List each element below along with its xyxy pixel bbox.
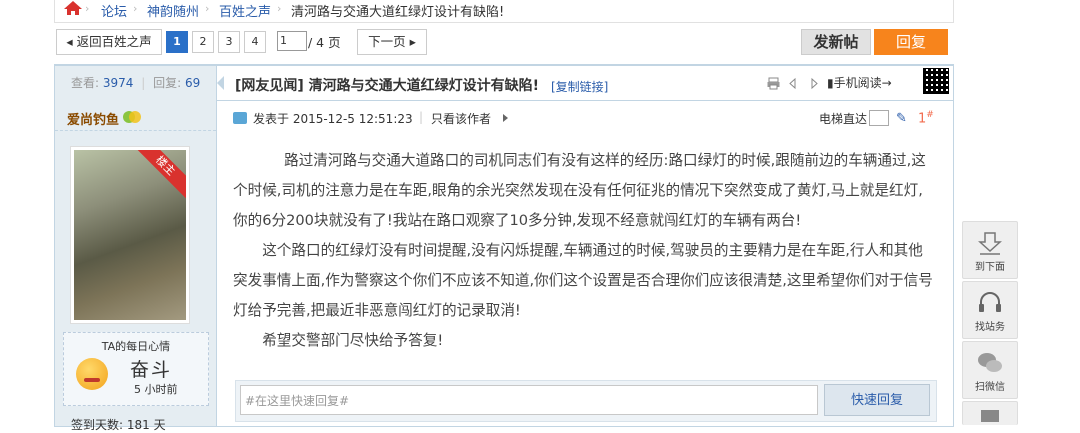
- online-status-icon: [121, 108, 143, 126]
- views-label: 查看:: [71, 76, 100, 90]
- floor-sup: #: [926, 110, 934, 120]
- next-page-button[interactable]: 下一页 ▸: [357, 29, 427, 55]
- arrow-down-icon: [977, 230, 1003, 256]
- breadcrumb-current: 清河路与交通大道红绿灯设计有缺陷!: [291, 5, 505, 20]
- wechat-scan-label: 扫微信: [975, 382, 1005, 393]
- back-label: 返回百姓之声: [76, 34, 152, 49]
- mood-title: TA的每日心情: [101, 340, 171, 353]
- grid-icon: [977, 408, 1003, 422]
- print-icon[interactable]: [767, 77, 780, 90]
- post-meta: 发表于 2015-12-5 12:51:23 | 只看该作者 电梯直达 ✎ 1#: [233, 110, 934, 128]
- quick-reply-input[interactable]: #在这里快速回复#: [240, 385, 818, 415]
- avatar-photo: 楼主: [74, 150, 186, 320]
- replies-count: 69: [185, 76, 201, 90]
- reply-button[interactable]: 回复: [874, 29, 948, 55]
- next-label: 下一页: [368, 34, 406, 49]
- breadcrumb: › 论坛 › 神韵随州 › 百姓之声 › 清河路与交通大道红绿灯设计有缺陷!: [54, 0, 954, 23]
- triangle-right-icon: [503, 114, 508, 122]
- jump-to-floor-input[interactable]: [869, 110, 889, 126]
- thread-title: [网友见闻] 清河路与交通大道红绿灯设计有缺陷!: [235, 78, 540, 94]
- jump-to-floor-label: 电梯直达: [819, 112, 868, 126]
- breadcrumb-separator-icon: ›: [133, 2, 138, 15]
- scroll-bottom-label: 到下面: [975, 262, 1005, 273]
- mobile-read-link[interactable]: ▮手机阅读→: [827, 74, 892, 91]
- chevron-right-icon: ▸: [409, 34, 416, 49]
- author-name[interactable]: 爱尚钓鱼: [67, 109, 119, 128]
- page-total: / 4 页: [308, 35, 341, 50]
- author-sidebar: 查看: 3974 | 回复: 69 爱尚钓鱼 楼主 TA的每日心情 奋斗 5 小…: [55, 66, 224, 432]
- arrow-right-icon: →: [881, 76, 892, 90]
- sign-days: 签到天数: 181 天: [71, 418, 166, 432]
- quick-reply-button[interactable]: 快速回复: [824, 384, 930, 416]
- qr-code-icon[interactable]: [923, 68, 949, 94]
- breadcrumb-separator-icon: ›: [85, 2, 90, 15]
- only-author-link[interactable]: 只看该作者: [431, 110, 491, 127]
- more-tool-button[interactable]: [962, 401, 1018, 425]
- go-floor-icon[interactable]: ✎: [896, 111, 907, 126]
- mood-face-icon: [76, 358, 108, 390]
- page-link-2[interactable]: 2: [192, 31, 214, 53]
- post-container: 查看: 3974 | 回复: 69 爱尚钓鱼 楼主 TA的每日心情 奋斗 5 小…: [54, 64, 954, 432]
- prev-thread-icon[interactable]: [787, 77, 800, 90]
- breadcrumb-link-baixing[interactable]: 百姓之声: [219, 1, 271, 20]
- divider: [55, 130, 216, 131]
- views-count: 3974: [102, 76, 134, 90]
- post-paragraph: 路过清河路与交通大道路口的司机同志们有没有这样的经历:路口绿灯的时候,跟随前边的…: [233, 152, 926, 229]
- replies-label: 回复:: [153, 76, 182, 90]
- headset-icon: [977, 290, 1003, 316]
- stats-divider: |: [141, 76, 146, 90]
- quick-reply-bar: #在这里快速回复# 快速回复: [235, 380, 937, 422]
- mobile-read-label: 手机阅读: [833, 76, 882, 90]
- post-paragraph: 这个路口的红绿灯没有时间提醒,没有闪烁提醒,车辆通过的时候,驾驶员的主要精力是在…: [233, 242, 933, 319]
- copy-link-button[interactable]: [复制链接]: [551, 78, 608, 95]
- new-post-button[interactable]: 发新帖: [801, 29, 871, 55]
- post-time: 发表于 2015-12-5 12:51:23: [253, 112, 413, 126]
- post-paragraph: 希望交警部门尽快给予答复!: [262, 332, 444, 349]
- chevron-left-icon: ◂: [66, 34, 73, 49]
- page-link-4[interactable]: 4: [244, 31, 266, 53]
- mobile-icon: ▮: [827, 76, 834, 90]
- page-link-3[interactable]: 3: [218, 31, 240, 53]
- post-author-icon: [233, 112, 247, 124]
- page-number-input[interactable]: 1: [277, 31, 307, 51]
- page-link-1[interactable]: 1: [166, 31, 188, 53]
- wechat-icon: [977, 350, 1003, 376]
- meta-divider: |: [419, 110, 424, 124]
- op-badge: 楼主: [128, 150, 186, 203]
- back-to-board-button[interactable]: ◂ 返回百姓之声: [56, 29, 162, 55]
- wechat-scan-button[interactable]: 扫微信: [962, 341, 1018, 399]
- thread-tools: [767, 76, 823, 92]
- thread-title-bar: [网友见闻] 清河路与交通大道红绿灯设计有缺陷! [复制链接] ▮手机阅读→: [217, 66, 953, 101]
- avatar[interactable]: 楼主: [70, 146, 190, 324]
- contact-admin-button[interactable]: 找站务: [962, 281, 1018, 339]
- contact-admin-label: 找站务: [975, 322, 1005, 333]
- thread-stats: 查看: 3974 | 回复: 69: [55, 66, 224, 100]
- floor-number: 1#: [918, 110, 934, 126]
- post-content: 路过清河路与交通大道路口的司机同志们有没有这样的经历:路口绿灯的时候,跟随前边的…: [233, 146, 933, 356]
- breadcrumb-link-shenyun[interactable]: 神韵随州: [147, 1, 199, 20]
- breadcrumb-link-forum[interactable]: 论坛: [101, 1, 127, 20]
- mood-time: 5 小时前: [134, 383, 178, 396]
- breadcrumb-separator-icon: ›: [277, 2, 282, 15]
- breadcrumb-separator-icon: ›: [205, 2, 210, 15]
- home-icon[interactable]: [63, 0, 85, 18]
- daily-mood: TA的每日心情 奋斗 5 小时前: [63, 332, 209, 406]
- scroll-to-bottom-button[interactable]: 到下面: [962, 221, 1018, 279]
- mood-value: 奋斗: [130, 359, 173, 381]
- next-thread-icon[interactable]: [807, 77, 820, 90]
